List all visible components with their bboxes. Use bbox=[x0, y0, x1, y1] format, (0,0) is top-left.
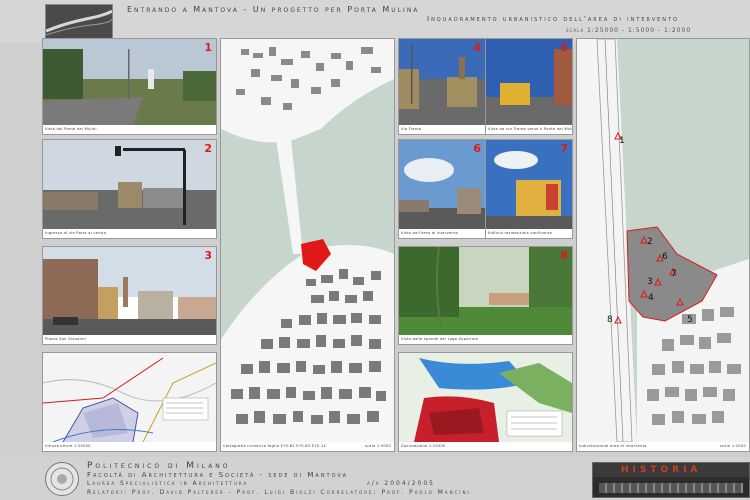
degree-name: Laurea Specialistica in Architettura bbox=[87, 480, 249, 487]
photo-caption: Vista dalle sponde del Lago Superiore bbox=[399, 335, 572, 344]
photo-caption: Vista dell'area di intervento bbox=[399, 229, 485, 238]
area-marker: 2 bbox=[647, 237, 653, 247]
photo-number: 1 bbox=[204, 41, 212, 54]
photo-8: 8 Vista dalle sponde del Lago Superiore bbox=[398, 246, 573, 345]
photo-caption: Ingresso di via Porto al centro bbox=[43, 229, 216, 238]
photo-caption: Edificio residenziale confinante bbox=[486, 229, 572, 238]
logo-text: HISTORIA bbox=[621, 465, 702, 475]
logo-panel: HISTORIA bbox=[592, 462, 750, 498]
photo-number: 8 bbox=[560, 249, 568, 262]
scale-label: scala 1:25000 - 1:5000 - 1:2000 bbox=[566, 27, 692, 34]
central-map-caption: Cartografia numerica foglio E70-B1 E70-B… bbox=[223, 444, 327, 448]
academic-year: a/a 2004/2005 bbox=[367, 480, 435, 487]
photo-number: 6 bbox=[473, 142, 481, 155]
map-central: Cartografia numerica foglio E70-B1 E70-B… bbox=[220, 38, 395, 452]
photo-2: 2 Ingresso di via Porto al centro bbox=[42, 139, 217, 239]
map-zoning: Zonizzazione 1:25000 bbox=[398, 352, 573, 452]
photo-caption: Via Trento bbox=[399, 125, 485, 134]
header-thumbnail bbox=[45, 4, 113, 40]
area-marker: 8 bbox=[607, 315, 613, 325]
area-marker: 6 bbox=[662, 252, 668, 262]
photo-6: 6 Vista dell'area di intervento bbox=[398, 139, 486, 239]
photo-5: 5 Vista da via Trento verso il Ponte dei… bbox=[485, 38, 573, 135]
photo-1: 1 Vista dal Ponte dei Mulini bbox=[42, 38, 217, 135]
photo-number: 2 bbox=[204, 142, 212, 155]
photo-3: 3 Piazza San Giovanni bbox=[42, 246, 217, 345]
area-map-scale: scala 1:2000 bbox=[719, 444, 746, 448]
photo-caption: Piazza San Giovanni bbox=[43, 335, 216, 344]
photo-number: 7 bbox=[560, 142, 568, 155]
area-marker: 3 bbox=[647, 277, 653, 287]
logo-strip bbox=[599, 483, 743, 493]
photo-caption: Vista da via Trento verso il Ponte dei M… bbox=[486, 125, 572, 134]
university-name: Politecnico di Milano bbox=[87, 461, 231, 471]
photo-4: 4 Via Trento bbox=[398, 38, 486, 135]
map-caption: Infrastrutture 1:25000 bbox=[43, 442, 216, 451]
photo-caption: Vista dal Ponte dei Mulini bbox=[43, 125, 216, 134]
photo-number: 3 bbox=[204, 249, 212, 262]
photo-number: 5 bbox=[560, 41, 568, 54]
area-marker: 5 bbox=[687, 315, 693, 325]
photo-7: 7 Edificio residenziale confinante bbox=[485, 139, 573, 239]
map-intervention-area: 1 2 3 4 5 6 7 8 Individuazione area di i… bbox=[576, 38, 750, 452]
area-map-caption: Individuazione area di intervento bbox=[579, 444, 647, 448]
university-seal-icon bbox=[45, 462, 79, 496]
faculty-name: Facoltà di Architettura e Società - sede… bbox=[87, 471, 348, 479]
central-map-scale: scala 1:5000 bbox=[364, 444, 391, 448]
poster-title: Entrando a Mantova - Un progetto per Por… bbox=[127, 5, 420, 14]
map-infrastructure: Infrastrutture 1:25000 bbox=[42, 352, 217, 452]
map-caption: Cartografia numerica foglio E70-B1 E70-B… bbox=[221, 442, 394, 451]
map-caption: Individuazione area di intervento scala 1… bbox=[577, 442, 749, 451]
area-marker: 1 bbox=[619, 136, 625, 146]
advisors-line: Relatori: Prof. David Palterer - Prof. L… bbox=[87, 489, 471, 496]
area-marker: 7 bbox=[671, 269, 677, 279]
photo-number: 4 bbox=[473, 41, 481, 54]
area-marker: 4 bbox=[648, 293, 654, 303]
map-caption: Zonizzazione 1:25000 bbox=[399, 442, 572, 451]
poster-subtitle: Inquadramento urbanistico dell'area di i… bbox=[427, 15, 680, 23]
